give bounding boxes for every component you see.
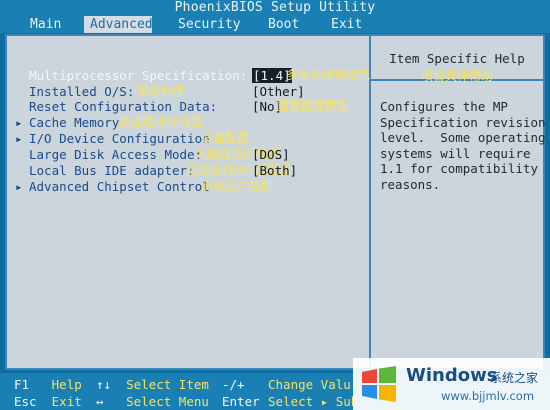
menu-boot[interactable]: Boot	[262, 16, 305, 33]
watermark-subtitle: 系统之家	[490, 371, 539, 385]
menu-bar: Main Advanced Security Boot Exit	[0, 16, 550, 33]
watermark-title: Windows	[406, 365, 498, 386]
footer-key-help: F1 Help	[14, 377, 82, 392]
footer-key-enter: Enter	[222, 394, 260, 409]
setting-label: Installed O/S:	[29, 84, 135, 99]
setting-annotation: 多重处理器规范	[286, 68, 371, 82]
help-title-band: Item Specific Help 项目具体帮助	[371, 36, 543, 83]
setting-annotation: 安装程序	[137, 84, 186, 98]
menu-main[interactable]: Main	[24, 16, 67, 33]
submenu-arrow-icon: ▸	[15, 115, 23, 130]
menu-security[interactable]: Security	[172, 16, 247, 33]
setting-label: I/O Device Configuration	[29, 131, 210, 146]
setting-annotation: 高级芯片控制	[201, 179, 274, 193]
footer-key-change: -/+	[222, 377, 245, 392]
setting-label: Reset Configuration Data:	[29, 99, 218, 114]
setting-label: Advanced Chipset Control	[29, 179, 210, 194]
help-title-annotation: 项目具体帮助	[420, 69, 493, 83]
watermark-url: www.bjjmlv.com	[441, 389, 535, 403]
submenu-arrow-icon: ▸	[15, 179, 23, 194]
footer-key-exit: Esc Exit	[14, 394, 82, 409]
menu-advanced[interactable]: Advanced	[84, 16, 153, 33]
bios-title-text: PhoenixBIOS Setup Utility	[174, 0, 376, 15]
footer-key-select-item: ↑↓ Select Item	[96, 377, 209, 392]
setting-label: Multiprocessor Specification:	[29, 68, 248, 83]
submenu-arrow-icon: ▸	[15, 131, 23, 146]
bios-title: PhoenixBIOS Setup Utility	[0, 0, 550, 16]
setting-value[interactable]: [Both]	[252, 163, 297, 178]
setting-label: Cache Memory	[29, 115, 120, 130]
footer-key-select-menu: ↔ Select Menu	[96, 394, 209, 409]
help-title: Item Specific Help	[389, 51, 525, 66]
footer-key-select-sub: Select ▸ Sub	[268, 394, 359, 409]
setting-annotation: 重置配置数据	[277, 99, 350, 113]
setting-value[interactable]: [DOS]	[252, 147, 290, 162]
help-pane: Item Specific Help 项目具体帮助 Configures the…	[371, 36, 546, 368]
setting-label: Large Disk Access Mode:	[29, 147, 203, 162]
watermark-badge: Windows 系统之家 www.bjjmlv.com	[353, 358, 550, 410]
help-text: Configures the MP Specification revision…	[380, 99, 546, 192]
setting-value[interactable]: [Other]	[252, 84, 305, 99]
settings-pane: Multiprocessor Specification: [1.4] 多重处理…	[7, 36, 371, 368]
menu-exit[interactable]: Exit	[325, 16, 368, 33]
main-panel: Multiprocessor Specification: [1.4] 多重处理…	[5, 34, 546, 370]
setting-label: Local Bus IDE adapter:	[29, 163, 195, 178]
setting-annotation: 高速缓冲存储器	[119, 115, 204, 129]
footer-key-change-value: Change Valu	[268, 377, 351, 392]
windows-logo-icon	[362, 366, 396, 402]
setting-annotation: 设备配置	[201, 131, 250, 145]
